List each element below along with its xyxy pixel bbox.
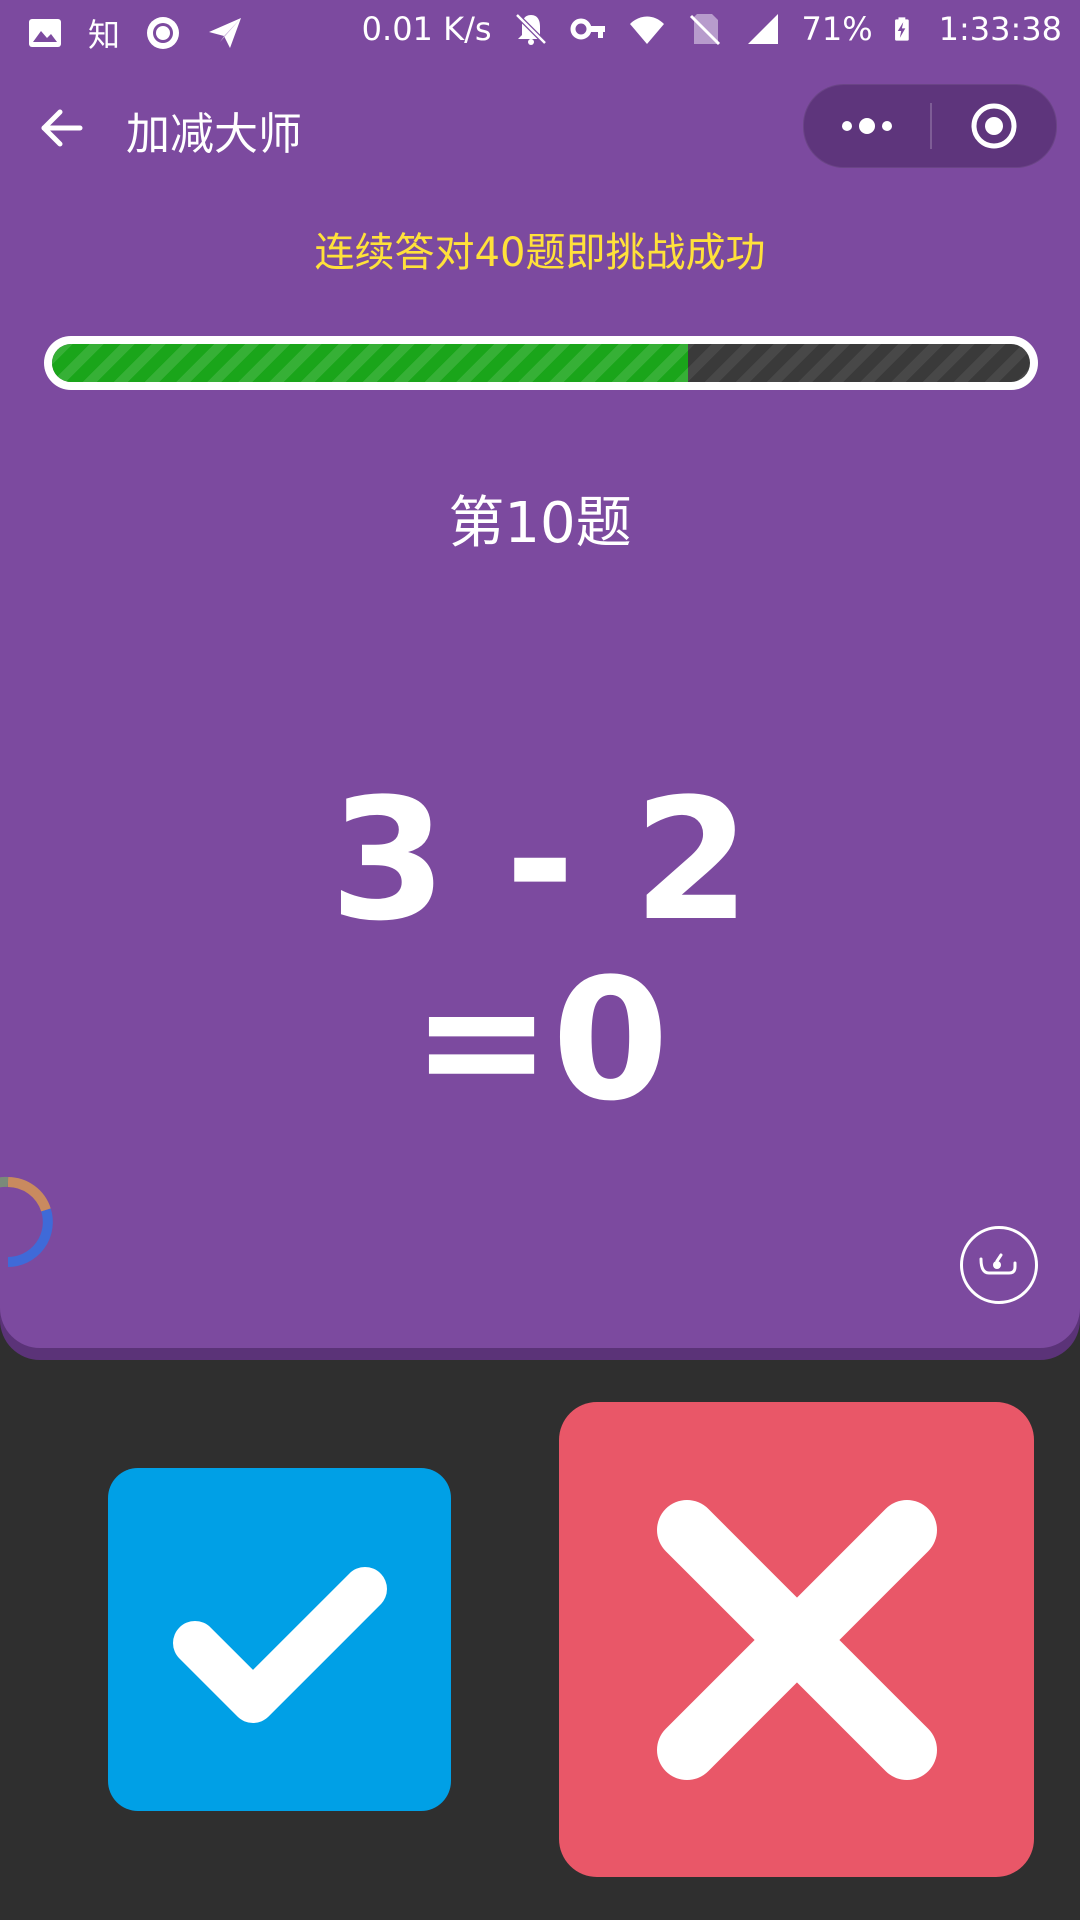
question-number: 第10题 bbox=[448, 491, 632, 556]
progress-fill bbox=[52, 344, 688, 382]
key-icon bbox=[570, 18, 605, 40]
cross-icon bbox=[656, 1499, 937, 1780]
battery-level: 71% bbox=[801, 10, 873, 48]
signal-icon bbox=[747, 14, 778, 44]
math-expression: 3 - 2 bbox=[329, 762, 751, 958]
checkmark-icon bbox=[172, 1566, 387, 1723]
arrow-left-icon bbox=[41, 109, 83, 147]
game-card bbox=[0, 0, 1080, 1348]
target-circle-icon bbox=[971, 103, 1017, 149]
proposed-answer: =0 bbox=[411, 942, 669, 1138]
loading-spinner-icon bbox=[0, 1176, 53, 1267]
page-title: 加减大师 bbox=[126, 109, 302, 160]
sound-button[interactable] bbox=[960, 1226, 1038, 1304]
back-button[interactable] bbox=[30, 96, 94, 160]
more-dots-icon bbox=[842, 118, 892, 134]
zhihu-icon: 知 bbox=[88, 16, 121, 54]
status-bar: 知 0.01 K/s 71% 1:33:38 bbox=[0, 0, 1080, 64]
clock: 1:33:38 bbox=[938, 10, 1062, 48]
network-speed: 0.01 K/s bbox=[361, 10, 492, 48]
image-icon bbox=[29, 19, 61, 47]
wifi-icon bbox=[629, 16, 664, 44]
circle-app-icon bbox=[147, 17, 180, 49]
close-mini-program-button[interactable] bbox=[932, 85, 1056, 167]
progress-track bbox=[52, 344, 1030, 382]
bell-off-icon bbox=[514, 13, 547, 45]
sound-icon bbox=[979, 1253, 1017, 1275]
battery-charging-icon bbox=[894, 17, 909, 41]
no-sim-icon bbox=[689, 14, 720, 46]
nav-bar: 加减大师 bbox=[0, 74, 1080, 178]
send-icon bbox=[209, 18, 242, 48]
correct-button[interactable] bbox=[108, 1468, 451, 1811]
mini-program-capsule bbox=[803, 84, 1057, 168]
challenge-goal-text: 连续答对40题即挑战成功 bbox=[314, 230, 766, 276]
progress-bar bbox=[44, 336, 1038, 390]
wrong-button[interactable] bbox=[559, 1402, 1034, 1877]
more-menu-button[interactable] bbox=[804, 85, 930, 167]
